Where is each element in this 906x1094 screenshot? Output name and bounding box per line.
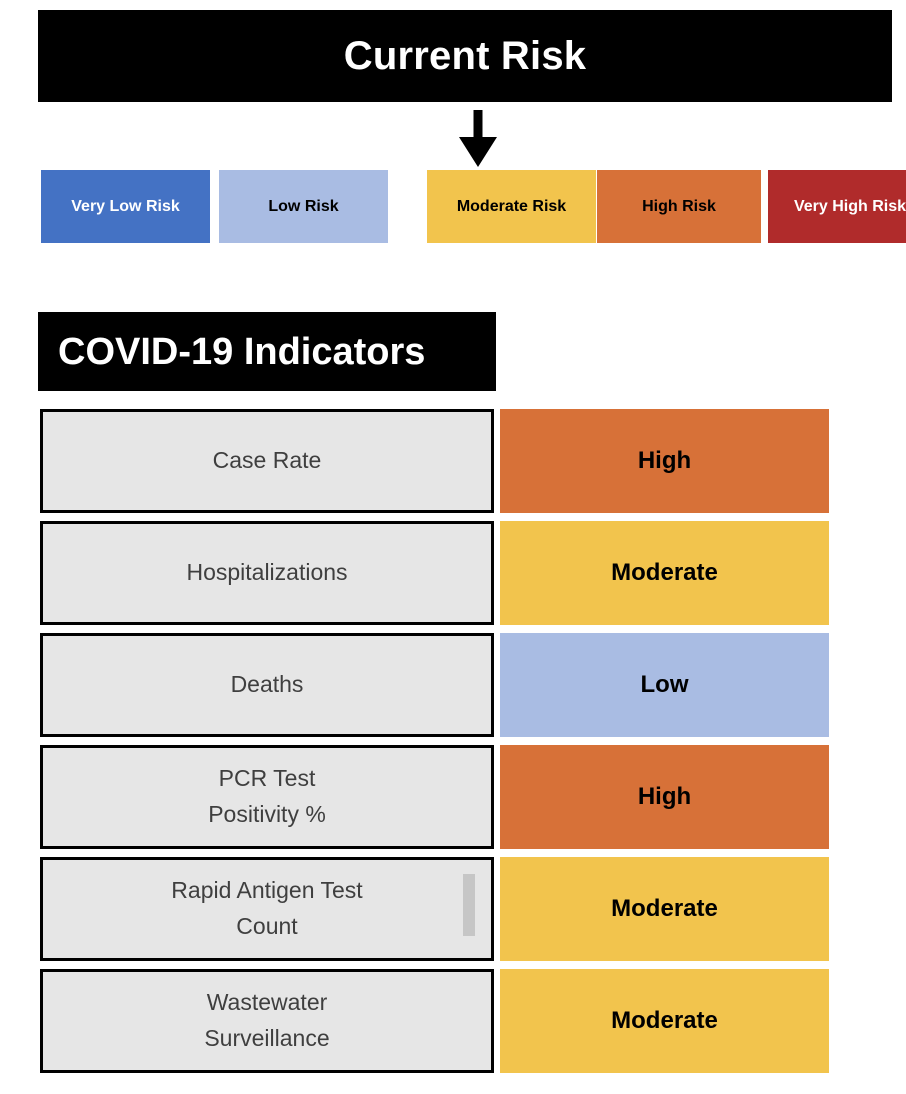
indicator-status-cell: High (500, 409, 829, 513)
status-badge: Moderate (611, 559, 718, 586)
risk-level-low[interactable]: Low Risk (219, 170, 388, 243)
page-title: Current Risk (343, 34, 587, 78)
indicator-status-cell: High (500, 745, 829, 849)
indicator-name-cell[interactable]: Wastewater Surveillance (40, 969, 494, 1073)
risk-level-label: Low Risk (268, 197, 339, 215)
covid-indicators-header: COVID-19 Indicators (38, 312, 496, 391)
risk-level-very-high[interactable]: Very High Risk (768, 170, 906, 243)
indicator-name-label: PCR Test Positivity % (208, 765, 326, 827)
indicator-name-label: Deaths (230, 671, 304, 698)
indicator-status-cell: Moderate (500, 857, 829, 961)
indicator-status-cell: Moderate (500, 521, 829, 625)
scrollbar-thumb[interactable] (463, 874, 475, 936)
indicator-name-cell[interactable]: PCR Test Positivity % (40, 745, 494, 849)
indicator-status-cell: Moderate (500, 969, 829, 1073)
risk-level-high[interactable]: High Risk (597, 170, 761, 243)
current-risk-header: Current Risk (38, 10, 892, 102)
table-row: Deaths Low (40, 633, 830, 737)
status-badge: Low (640, 671, 689, 698)
indicator-name-cell[interactable]: Case Rate (40, 409, 494, 513)
table-row: Case Rate High (40, 409, 830, 513)
indicator-name-cell[interactable]: Rapid Antigen Test Count (40, 857, 494, 961)
risk-level-label: High Risk (642, 197, 716, 215)
current-risk-pointer-arrow-icon (455, 110, 501, 168)
indicator-status-cell: Low (500, 633, 829, 737)
indicator-name-label: Hospitalizations (186, 559, 348, 586)
indicator-name-cell[interactable]: Hospitalizations (40, 521, 494, 625)
risk-level-label: Moderate Risk (456, 197, 567, 215)
status-badge: High (637, 783, 692, 810)
risk-level-label: Very Low Risk (71, 197, 180, 215)
status-badge: High (637, 447, 692, 474)
table-row: Wastewater Surveillance Moderate (40, 969, 830, 1073)
status-badge: Moderate (611, 1007, 718, 1034)
risk-scale: Very Low Risk Low Risk Moderate Risk Hig… (41, 170, 906, 243)
status-badge: Moderate (611, 895, 718, 922)
indicator-name-cell[interactable]: Deaths (40, 633, 494, 737)
indicator-name-label: Rapid Antigen Test Count (171, 877, 363, 939)
table-row: Rapid Antigen Test Count Moderate (40, 857, 830, 961)
table-row: PCR Test Positivity % High (40, 745, 830, 849)
indicator-name-label: Case Rate (212, 447, 322, 474)
risk-level-label: Very High Risk (793, 197, 906, 215)
table-row: Hospitalizations Moderate (40, 521, 830, 625)
covid-indicators-title: COVID-19 Indicators (58, 330, 426, 373)
covid-indicators-table: Case Rate High Hospitalizations Moderate… (40, 409, 830, 1081)
indicator-name-label: Wastewater Surveillance (204, 989, 330, 1051)
risk-level-moderate[interactable]: Moderate Risk (427, 170, 596, 243)
risk-level-very-low[interactable]: Very Low Risk (41, 170, 210, 243)
